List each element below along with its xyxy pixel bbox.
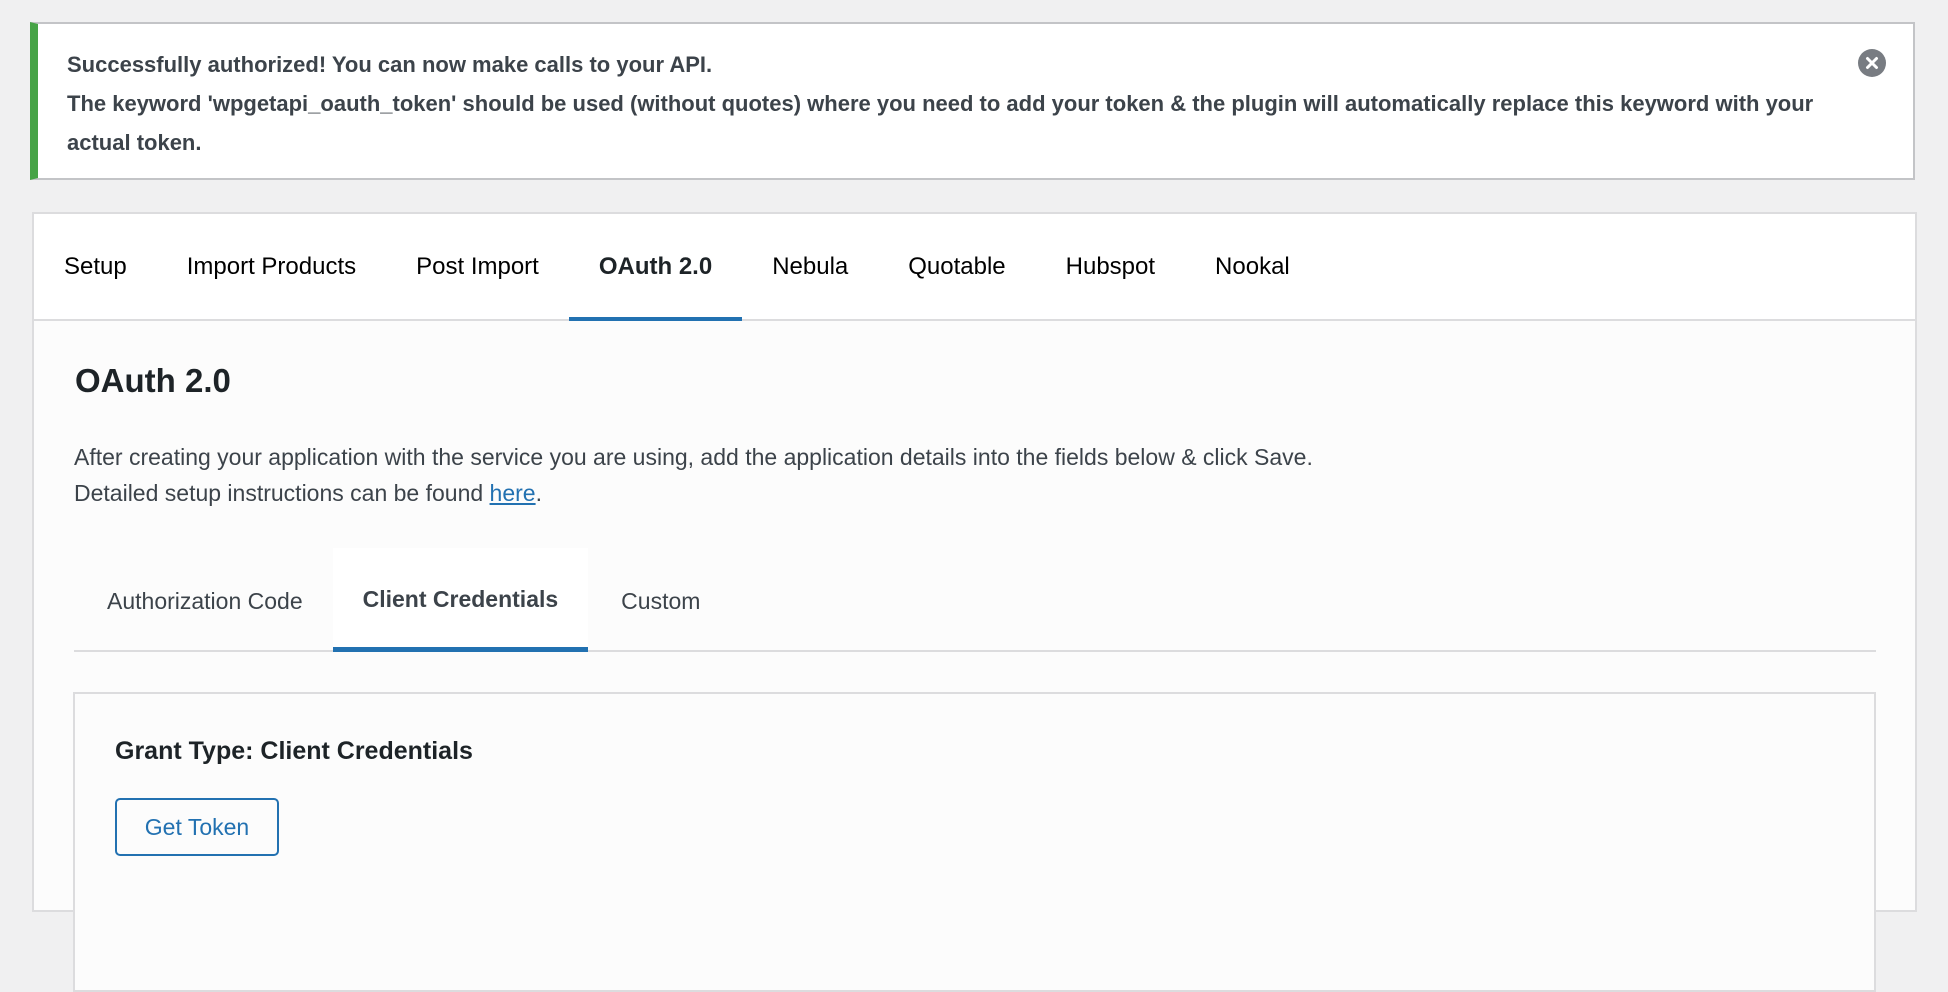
tab-label: Nookal: [1215, 252, 1290, 280]
tab-label: Post Import: [416, 252, 539, 280]
notice-message-line-1: Successfully authorized! You can now mak…: [67, 52, 713, 77]
tab-label: Hubspot: [1065, 252, 1156, 280]
tab-label: Setup: [64, 252, 127, 280]
tab-post-import[interactable]: Post Import: [386, 214, 569, 319]
tab-hubspot[interactable]: Hubspot: [1036, 214, 1185, 319]
tab-nebula[interactable]: Nebula: [742, 214, 878, 319]
tab-import-products[interactable]: Import Products: [157, 214, 386, 319]
subtab-custom[interactable]: Custom: [588, 548, 730, 650]
subtab-client-credentials[interactable]: Client Credentials: [332, 548, 589, 652]
description-line-1: After creating your application with the…: [74, 444, 1313, 470]
page-description: After creating your application with the…: [74, 439, 1875, 511]
tab-setup[interactable]: Setup: [34, 214, 157, 319]
settings-panel: Setup Import Products Post Import OAuth …: [32, 212, 1917, 992]
tab-quotable[interactable]: Quotable: [878, 214, 1035, 319]
get-token-button[interactable]: Get Token: [115, 798, 279, 856]
subtab-label: Client Credentials: [362, 585, 559, 612]
success-notice: Successfully authorized! You can now mak…: [30, 22, 1915, 180]
description-line-2: Detailed setup instructions can be found…: [74, 475, 1875, 511]
grant-type-tabs: Authorization Code Client Credentials Cu…: [74, 548, 1876, 652]
page-title: OAuth 2.0: [75, 362, 231, 399]
grant-type-section: Grant Type: Client Credentials Get Token: [73, 692, 1876, 992]
tab-label: Nebula: [772, 252, 849, 280]
grant-type-title: Grant Type: Client Credentials: [115, 737, 473, 765]
tab-label: Import Products: [186, 252, 357, 280]
description-text: Detailed setup instructions can be found: [74, 480, 490, 506]
tab-nookal[interactable]: Nookal: [1185, 214, 1320, 319]
description-period: .: [535, 480, 542, 506]
main-tab-bar: Setup Import Products Post Import OAuth …: [34, 214, 1915, 321]
dismiss-notice-button[interactable]: [1858, 49, 1886, 77]
close-icon: [1866, 57, 1878, 69]
setup-instructions-link[interactable]: here: [490, 480, 536, 506]
subtab-label: Authorization Code: [107, 587, 303, 614]
notice-message-line-2: The keyword 'wpgetapi_oauth_token' shoul…: [67, 91, 1814, 155]
tab-oauth[interactable]: OAuth 2.0: [568, 214, 743, 321]
tab-content: OAuth 2.0 After creating your applicatio…: [34, 321, 1915, 511]
tab-label: OAuth 2.0: [598, 252, 713, 280]
tab-label: Quotable: [908, 252, 1006, 280]
subtab-authorization-code[interactable]: Authorization Code: [74, 548, 333, 650]
subtab-label: Custom: [621, 587, 701, 614]
